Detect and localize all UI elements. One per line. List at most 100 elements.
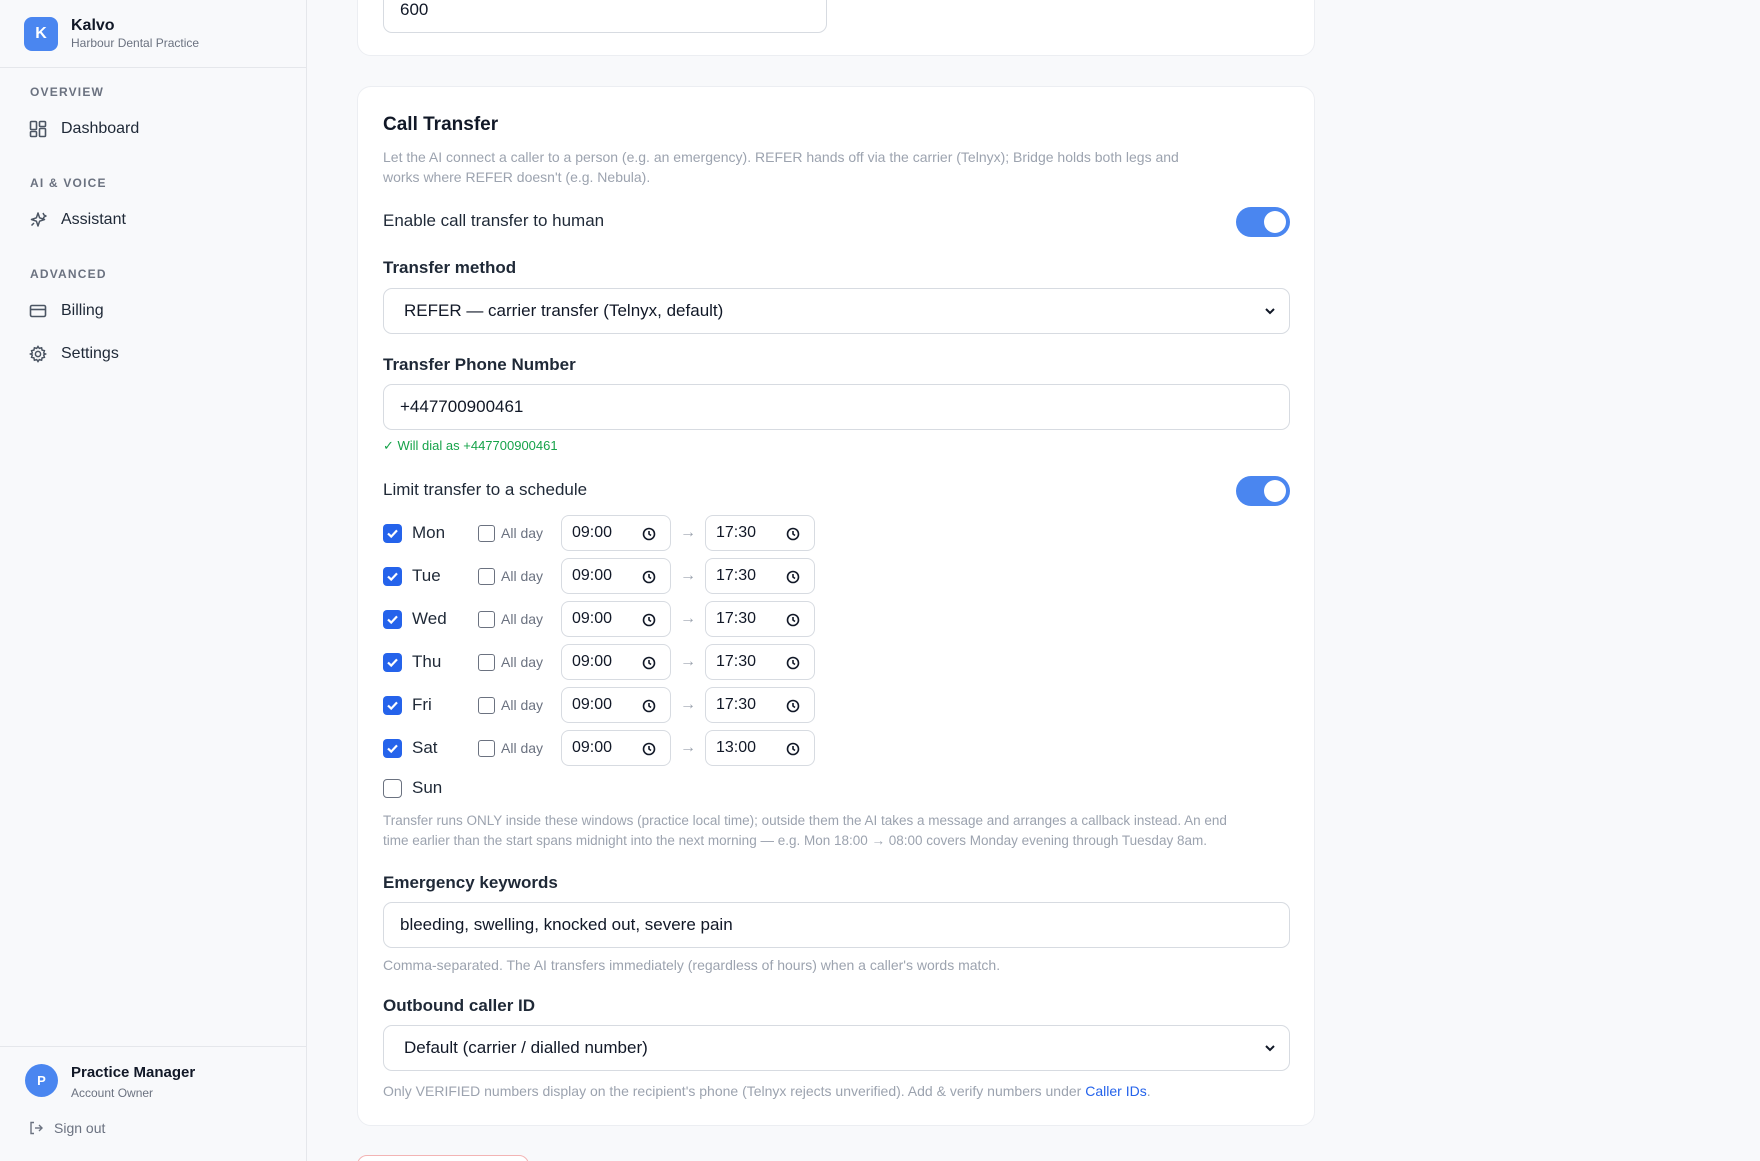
sidebar-item-label: Billing <box>61 302 104 319</box>
clock-icon <box>786 527 800 541</box>
transfer-method-select[interactable]: REFER — carrier transfer (Telnyx, defaul… <box>383 288 1290 334</box>
sidebar-item-label: Dashboard <box>61 120 140 137</box>
end-time-input[interactable]: 13:00 <box>705 730 815 766</box>
schedule-row-mon: Mon All day 09:00 → 17:30 <box>383 515 983 551</box>
all-day-checkbox[interactable] <box>478 697 495 714</box>
nav-section-overview: OVERVIEW <box>30 85 105 99</box>
transfer-method-value: REFER — carrier transfer (Telnyx, defaul… <box>404 301 724 320</box>
sidebar-item-billing[interactable]: Billing <box>28 297 104 325</box>
day-checkbox[interactable] <box>383 567 402 586</box>
all-day-label: All day <box>501 654 544 670</box>
all-day-checkbox[interactable] <box>478 611 495 628</box>
range-arrow: → <box>680 524 696 541</box>
start-time-input[interactable]: 09:00 <box>561 601 671 637</box>
end-time-input[interactable]: 17:30 <box>705 687 815 723</box>
start-time-value: 09:00 <box>572 653 613 670</box>
schedule-toggle[interactable] <box>1236 476 1290 506</box>
phone-validation-hint: ✓ Will dial as +447700900461 <box>383 438 558 453</box>
day-checkbox[interactable] <box>383 696 402 715</box>
transfer-method-label: Transfer method <box>383 258 517 277</box>
range-arrow: → <box>680 567 696 584</box>
day-label: Mon <box>412 523 446 542</box>
schedule-row-tue: Tue All day 09:00 → 17:30 <box>383 558 983 594</box>
day-label: Thu <box>412 652 442 671</box>
sidebar-item-assistant[interactable]: Assistant <box>28 206 126 234</box>
clock-icon <box>786 699 800 713</box>
range-arrow: → <box>680 696 696 713</box>
sidebar-item-label: Assistant <box>61 211 126 228</box>
all-day-checkbox[interactable] <box>478 740 495 757</box>
sign-out-icon <box>30 1121 43 1135</box>
brand-logo[interactable]: K <box>24 16 58 51</box>
end-time-value: 17:30 <box>716 567 757 584</box>
end-time-input[interactable]: 17:30 <box>705 644 815 680</box>
start-time-input[interactable]: 09:00 <box>561 730 671 766</box>
day-checkbox[interactable] <box>383 739 402 758</box>
all-day-checkbox[interactable] <box>478 568 495 585</box>
start-time-input[interactable]: 09:00 <box>561 687 671 723</box>
credit-card-icon <box>29 304 47 318</box>
schedule-row-thu: Thu All day 09:00 → 17:30 <box>383 644 983 680</box>
day-checkbox[interactable] <box>383 610 402 629</box>
previous-number-input[interactable]: 600 <box>383 0 827 33</box>
all-day-label: All day <box>501 525 544 541</box>
sidebar-item-settings[interactable]: Settings <box>28 340 119 368</box>
nav-section-advanced: ADVANCED <box>30 267 107 281</box>
card-description: Let the AI connect a caller to a person … <box>383 147 1179 187</box>
all-day-checkbox[interactable] <box>478 525 495 542</box>
clock-icon <box>786 656 800 670</box>
end-time-input[interactable]: 17:30 <box>705 515 815 551</box>
schedule-row-wed: Wed All day 09:00 → 17:30 <box>383 601 983 637</box>
emergency-keywords-label: Emergency keywords <box>383 873 558 892</box>
start-time-value: 09:00 <box>572 739 613 756</box>
day-checkbox[interactable] <box>383 779 402 798</box>
day-checkbox[interactable] <box>383 524 402 543</box>
clock-icon <box>642 527 656 541</box>
card-description-line-2: works where REFER doesn't (e.g. Nebula). <box>383 169 651 185</box>
call-transfer-card: Call Transfer Let the AI connect a calle… <box>357 86 1315 1126</box>
clock-icon <box>642 699 656 713</box>
caller-id-hint: Only VERIFIED numbers display on the rec… <box>383 1081 1151 1101</box>
sidebar-item-dashboard[interactable]: Dashboard <box>28 115 139 143</box>
schedule-row-fri: Fri All day 09:00 → 17:30 <box>383 687 983 723</box>
sidebar-item-label: Settings <box>61 345 119 362</box>
day-checkbox[interactable] <box>383 653 402 672</box>
chevron-down-icon <box>1265 308 1275 315</box>
check-icon <box>387 529 398 539</box>
all-day-label: All day <box>501 568 544 584</box>
check-icon <box>387 701 398 711</box>
caller-id-select[interactable]: Default (carrier / dialled number) <box>383 1025 1290 1071</box>
start-time-value: 09:00 <box>572 696 613 713</box>
end-time-input[interactable]: 17:30 <box>705 601 815 637</box>
gear-icon <box>28 345 48 363</box>
caller-ids-link[interactable]: Caller IDs <box>1085 1083 1146 1099</box>
clock-icon <box>786 613 800 627</box>
practice-name: Harbour Dental Practice <box>71 35 200 50</box>
avatar[interactable]: P <box>25 1064 58 1097</box>
range-arrow: → <box>680 653 696 670</box>
all-day-checkbox[interactable] <box>478 654 495 671</box>
clock-icon <box>642 742 656 756</box>
day-label: Tue <box>412 566 441 585</box>
start-time-input[interactable]: 09:00 <box>561 644 671 680</box>
all-day-label: All day <box>501 611 544 627</box>
end-time-input[interactable]: 17:30 <box>705 558 815 594</box>
transfer-phone-input[interactable]: +447700900461 <box>383 384 1290 430</box>
range-arrow: → <box>680 739 696 756</box>
user-panel: P Practice Manager Account Owner Sign ou… <box>0 1046 306 1161</box>
day-label: Fri <box>412 695 432 714</box>
user-name: Practice Manager <box>71 1064 196 1081</box>
start-time-value: 09:00 <box>572 610 613 627</box>
range-arrow: → <box>680 610 696 627</box>
start-time-value: 09:00 <box>572 567 613 584</box>
start-time-input[interactable]: 09:00 <box>561 515 671 551</box>
start-time-input[interactable]: 09:00 <box>561 558 671 594</box>
schedule-note: Transfer runs ONLY inside these windows … <box>383 811 1227 851</box>
danger-button-peek[interactable] <box>357 1155 529 1161</box>
sign-out-button[interactable]: Sign out <box>28 1120 105 1136</box>
emergency-keywords-input[interactable]: bleeding, swelling, knocked out, severe … <box>383 902 1290 948</box>
enable-transfer-toggle[interactable] <box>1236 207 1290 237</box>
schedule-label: Limit transfer to a schedule <box>383 480 588 499</box>
clock-icon <box>642 656 656 670</box>
card-description-line-1: Let the AI connect a caller to a person … <box>383 149 1179 165</box>
